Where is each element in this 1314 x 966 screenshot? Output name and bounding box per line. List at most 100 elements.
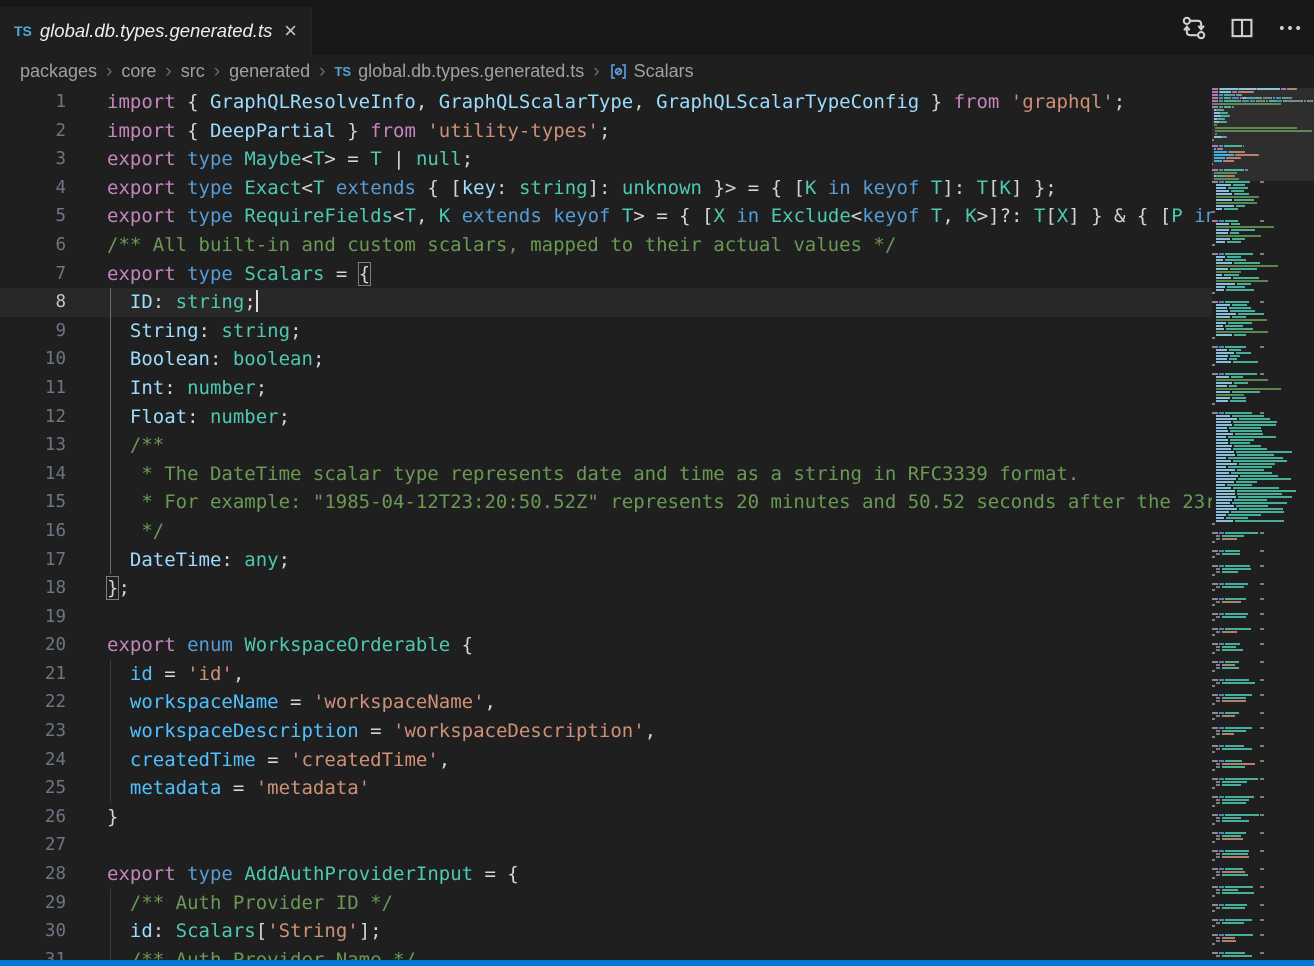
code-line-26[interactable]: 26} [0, 803, 1212, 832]
breadcrumb-item-symbol[interactable]: Scalars [634, 61, 694, 82]
code-text: import { GraphQLResolveInfo, GraphQLScal… [107, 88, 1125, 117]
line-number[interactable]: 14 [0, 460, 66, 489]
code-text: /** [107, 431, 164, 460]
open-changes-icon[interactable] [1180, 14, 1208, 42]
breadcrumb-separator-icon: › [319, 61, 325, 83]
breadcrumb-file-icon: TS [334, 64, 351, 79]
code-line-14[interactable]: 14 * The DateTime scalar type represents… [0, 460, 1212, 489]
code-text: id = 'id', [107, 660, 244, 689]
code-line-29[interactable]: 29 /** Auth Provider ID */ [0, 889, 1212, 918]
code-line-1[interactable]: 1 import { GraphQLResolveInfo, GraphQLSca… [0, 88, 1212, 117]
line-number[interactable]: 24 [0, 746, 66, 775]
code-line-3[interactable]: 3 export type Maybe<T> = T | null; [0, 145, 1212, 174]
line-number[interactable]: 5 [0, 202, 66, 231]
line-number[interactable]: 21 [0, 660, 66, 689]
breadcrumb-item-src[interactable]: src [181, 61, 205, 82]
code-line-24[interactable]: 24 createdTime = 'createdTime', [0, 746, 1212, 775]
code-text: Float: number; [107, 403, 290, 432]
code-text: import { DeepPartial } from 'utility-typ… [107, 117, 610, 146]
line-number[interactable]: 17 [0, 546, 66, 575]
code-line-6[interactable]: 6 /** All built-in and custom scalars, ma… [0, 231, 1212, 260]
line-number[interactable]: 16 [0, 517, 66, 546]
line-number[interactable]: 9 [0, 317, 66, 346]
line-number[interactable]: 11 [0, 374, 66, 403]
breadcrumb-item-packages[interactable]: packages [20, 61, 97, 82]
breadcrumb-separator-icon: › [165, 61, 171, 83]
code-text: export type Exact<T extends { [key: stri… [107, 174, 1057, 203]
code-line-27[interactable]: 27 [0, 831, 1212, 860]
code-text: export enum WorkspaceOrderable { [107, 631, 473, 660]
minimap[interactable] [1212, 88, 1314, 960]
code-line-2[interactable]: 2 import { DeepPartial } from 'utility-ty… [0, 117, 1212, 146]
code-text: /** All built-in and custom scalars, map… [107, 231, 896, 260]
code-line-4[interactable]: 4 export type Exact<T extends { [key: str… [0, 174, 1212, 203]
code-line-19[interactable]: 19 [0, 603, 1212, 632]
line-number[interactable]: 27 [0, 831, 66, 860]
line-number[interactable]: 2 [0, 117, 66, 146]
line-number[interactable]: 10 [0, 345, 66, 374]
close-tab-icon[interactable]: × [280, 21, 301, 41]
code-text: } [107, 803, 118, 832]
line-number[interactable]: 19 [0, 603, 66, 632]
breadcrumb-separator-icon: › [593, 61, 599, 83]
code-text: Boolean: boolean; [107, 345, 324, 374]
breadcrumb: packages›core›src›generated›TSglobal.db.… [0, 55, 1314, 88]
line-number[interactable]: 7 [0, 260, 66, 289]
line-number[interactable]: 20 [0, 631, 66, 660]
breadcrumb-item-core[interactable]: core [121, 61, 156, 82]
line-number[interactable]: 1 [0, 88, 66, 117]
line-number[interactable]: 8 [0, 288, 66, 317]
code-line-15[interactable]: 15 * For example: "1985-04-12T23:20:50.5… [0, 488, 1212, 517]
code-line-8[interactable]: 8 ID: string; [0, 288, 1212, 317]
line-number[interactable]: 22 [0, 688, 66, 717]
split-editor-icon[interactable] [1228, 14, 1256, 42]
code-line-22[interactable]: 22 workspaceName = 'workspaceName', [0, 688, 1212, 717]
code-text: ID: string; [107, 288, 258, 317]
code-line-21[interactable]: 21 id = 'id', [0, 660, 1212, 689]
code-line-11[interactable]: 11 Int: number; [0, 374, 1212, 403]
code-area[interactable]: 1 import { GraphQLResolveInfo, GraphQLSca… [0, 88, 1212, 960]
code-line-30[interactable]: 30 id: Scalars['String']; [0, 917, 1212, 946]
code-text: export type Maybe<T> = T | null; [107, 145, 473, 174]
line-number[interactable]: 26 [0, 803, 66, 832]
line-number[interactable]: 29 [0, 889, 66, 918]
code-line-23[interactable]: 23 workspaceDescription = 'workspaceDesc… [0, 717, 1212, 746]
code-line-12[interactable]: 12 Float: number; [0, 403, 1212, 432]
line-number[interactable]: 18 [0, 574, 66, 603]
line-number[interactable]: 3 [0, 145, 66, 174]
code-line-10[interactable]: 10 Boolean: boolean; [0, 345, 1212, 374]
breadcrumb-item-generated[interactable]: generated [229, 61, 310, 82]
code-text: /** Auth Provider ID */ [107, 889, 393, 918]
code-line-5[interactable]: 5export type RequireFields<T, K extends … [0, 202, 1212, 231]
line-number[interactable]: 30 [0, 917, 66, 946]
code-text: createdTime = 'createdTime', [107, 746, 450, 775]
line-number[interactable]: 25 [0, 774, 66, 803]
code-text: export type Scalars = { [107, 260, 370, 289]
code-line-16[interactable]: 16 */ [0, 517, 1212, 546]
code-line-20[interactable]: 20 export enum WorkspaceOrderable { [0, 631, 1212, 660]
breadcrumb-item-file[interactable]: global.db.types.generated.ts [358, 61, 584, 82]
line-number[interactable]: 28 [0, 860, 66, 889]
line-number[interactable]: 31 [0, 946, 66, 960]
tab-global-db-types-generated[interactable]: TS global.db.types.generated.ts × [0, 7, 312, 55]
typescript-file-icon: TS [14, 23, 32, 39]
code-line-13[interactable]: 13 /** [0, 431, 1212, 460]
code-line-9[interactable]: 9 String: string; [0, 317, 1212, 346]
line-number[interactable]: 23 [0, 717, 66, 746]
code-line-7[interactable]: 7 export type Scalars = { [0, 260, 1212, 289]
line-number[interactable]: 4 [0, 174, 66, 203]
code-line-28[interactable]: 28export type AddAuthProviderInput = { [0, 860, 1212, 889]
code-text: id: Scalars['String']; [107, 917, 382, 946]
line-number[interactable]: 12 [0, 403, 66, 432]
code-line-18[interactable]: 18}; [0, 574, 1212, 603]
code-text: */ [107, 517, 164, 546]
line-number[interactable]: 13 [0, 431, 66, 460]
code-text: Int: number; [107, 374, 267, 403]
code-text: workspaceDescription = 'workspaceDescrip… [107, 717, 656, 746]
code-line-17[interactable]: 17 DateTime: any; [0, 546, 1212, 575]
code-line-31[interactable]: 31 /** Auth Provider Name */ [0, 946, 1212, 960]
code-line-25[interactable]: 25 metadata = 'metadata' [0, 774, 1212, 803]
line-number[interactable]: 6 [0, 231, 66, 260]
line-number[interactable]: 15 [0, 488, 66, 517]
more-actions-icon[interactable] [1276, 14, 1304, 42]
